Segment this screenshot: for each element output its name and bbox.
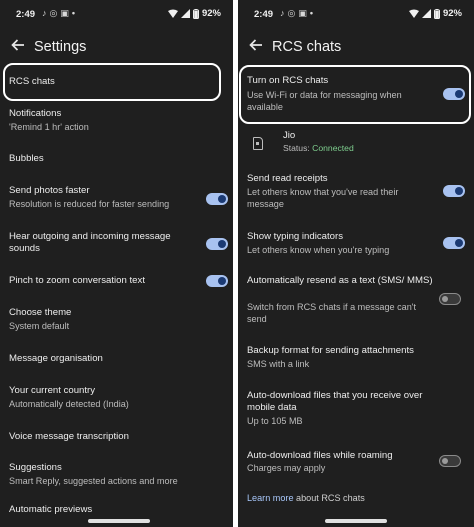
settings-item-rcs-chats[interactable]: RCS chats <box>0 64 233 100</box>
gesture-nav-bar[interactable] <box>88 519 150 523</box>
settings-item-notifications[interactable]: Notifications 'Remind 1 hr' action <box>0 104 233 136</box>
read-receipts-toggle[interactable] <box>443 185 465 197</box>
back-arrow-icon[interactable] <box>248 37 264 53</box>
item-title: Automatically resend as a text (SMS/ MMS… <box>247 275 433 286</box>
status-label: Status: <box>283 143 310 153</box>
auto-resend-row[interactable]: Automatically resend as a text (SMS/ MMS… <box>238 273 474 329</box>
dot-icon: • <box>71 8 76 18</box>
item-subtitle: Up to 105 MB <box>247 416 303 426</box>
wifi-icon <box>167 9 178 18</box>
page-title: RCS chats <box>272 39 342 55</box>
gesture-nav-bar[interactable] <box>325 519 387 523</box>
item-title: Send read receipts <box>247 173 328 184</box>
item-title: RCS chats <box>9 76 55 87</box>
settings-item-pinch-to-zoom[interactable]: Pinch to zoom conversation text <box>0 270 233 294</box>
item-title: Message organisation <box>9 353 103 364</box>
battery-icon <box>433 8 440 19</box>
learn-more-text: Learn more about RCS chats <box>247 493 365 503</box>
signal-icon <box>180 9 190 18</box>
auto-resend-toggle[interactable] <box>439 293 461 305</box>
item-title: Choose theme <box>9 307 72 318</box>
read-receipts-row[interactable]: Send read receipts Let others know that … <box>238 170 474 212</box>
settings-item-current-country[interactable]: Your current country Automatically detec… <box>0 381 233 413</box>
settings-item-message-sounds[interactable]: Hear outgoing and incoming message sound… <box>0 227 233 259</box>
item-title: Send photos faster <box>9 185 90 196</box>
item-subtitle: Smart Reply, suggested actions and more <box>9 476 178 486</box>
item-subtitle: Resolution is reduced for faster sending <box>9 199 170 209</box>
message-sounds-toggle[interactable] <box>206 238 228 250</box>
learn-more-rest: about RCS chats <box>293 493 365 503</box>
typing-indicators-toggle[interactable] <box>443 237 465 249</box>
turn-on-rcs-row[interactable]: Turn on RCS chats Use Wi-Fi or data for … <box>238 70 474 120</box>
item-subtitle: Automatically detected (India) <box>9 399 129 409</box>
wifi-icon <box>408 9 419 18</box>
item-title: Auto-download files while roaming <box>247 450 393 461</box>
battery-icon <box>192 8 199 19</box>
pinch-zoom-toggle[interactable] <box>206 275 228 287</box>
item-title: Show typing indicators <box>247 231 343 242</box>
rcs-chats-screen: 2:49 ♪ ◎ ▣ • 92% RCS chats Turn on RCS c… <box>238 0 474 527</box>
status-bar: 2:49 ♪ ◎ ▣ • 92% <box>238 0 474 26</box>
learn-more-row: Learn more about RCS chats <box>238 490 474 508</box>
status-value: Connected <box>312 143 354 153</box>
status-bar: 2:49 ♪ ◎ ▣ • 92% <box>0 0 233 26</box>
notification-sound-icon: ♪ <box>280 8 285 18</box>
item-title: Bubbles <box>9 153 44 164</box>
send-photos-toggle[interactable] <box>206 193 228 205</box>
app-bar: RCS chats <box>238 30 474 64</box>
item-subtitle: SMS with a link <box>247 359 310 369</box>
notification-icons: ♪ ◎ ▣ • <box>42 8 75 19</box>
status-time: 2:49 <box>16 9 36 20</box>
item-title: Pinch to zoom conversation text <box>9 275 145 286</box>
settings-item-automatic-previews[interactable]: Automatic previews <box>0 500 233 520</box>
sim-carrier: Jio <box>283 130 296 141</box>
page-title: Settings <box>34 39 87 55</box>
status-time: 2:49 <box>254 9 274 20</box>
item-title: Auto-download files that you receive ove… <box>247 390 423 413</box>
whatsapp-icon: ◎ <box>287 8 296 18</box>
item-subtitle: 'Remind 1 hr' action <box>9 122 89 132</box>
battery-level: 92% <box>442 8 462 19</box>
item-subtitle: Let others know when you're typing <box>247 245 390 255</box>
backup-format-row[interactable]: Backup format for sending attachments SM… <box>238 342 474 372</box>
item-title: Suggestions <box>9 462 62 473</box>
settings-item-suggestions[interactable]: Suggestions Smart Reply, suggested actio… <box>0 458 233 490</box>
item-subtitle: Use Wi-Fi or data for messaging when ava… <box>247 90 402 112</box>
settings-item-send-photos-faster[interactable]: Send photos faster Resolution is reduced… <box>0 180 233 214</box>
item-title: Voice message transcription <box>9 431 129 442</box>
settings-item-bubbles[interactable]: Bubbles <box>0 147 233 171</box>
item-title: Automatic previews <box>9 504 93 515</box>
auto-download-mobile-row[interactable]: Auto-download files that you receive ove… <box>238 388 474 432</box>
item-title: Notifications <box>9 108 62 119</box>
item-title: Hear outgoing and incoming message sound… <box>9 231 171 254</box>
notification-icons: ♪ ◎ ▣ • <box>280 8 313 19</box>
rcs-chats-toggle[interactable] <box>443 88 465 100</box>
item-subtitle: Switch from RCS chats if a message can't… <box>247 302 417 324</box>
item-title: Turn on RCS chats <box>247 75 329 86</box>
instagram-icon: ▣ <box>60 8 69 18</box>
settings-item-message-organisation[interactable]: Message organisation <box>0 347 233 371</box>
item-title: Your current country <box>9 385 96 396</box>
item-subtitle: Charges may apply <box>247 463 326 473</box>
signal-icon <box>421 9 431 18</box>
item-subtitle: System default <box>9 321 70 331</box>
sim-status-row: Jio Status: Connected <box>238 128 474 156</box>
settings-item-voice-transcription[interactable]: Voice message transcription <box>0 425 233 449</box>
dot-icon: • <box>309 8 314 18</box>
back-arrow-icon[interactable] <box>10 37 26 53</box>
instagram-icon: ▣ <box>298 8 307 18</box>
notification-sound-icon: ♪ <box>42 8 47 18</box>
typing-indicators-row[interactable]: Show typing indicators Let others know w… <box>238 227 474 257</box>
auto-download-roaming-row[interactable]: Auto-download files while roaming Charge… <box>238 447 474 477</box>
app-bar: Settings <box>0 30 233 64</box>
roaming-download-toggle[interactable] <box>439 455 461 467</box>
whatsapp-icon: ◎ <box>49 8 58 18</box>
settings-item-choose-theme[interactable]: Choose theme System default <box>0 303 233 335</box>
item-title: Backup format for sending attachments <box>247 345 414 356</box>
item-subtitle: Let others know that you've read their m… <box>247 187 399 209</box>
settings-screen: 2:49 ♪ ◎ ▣ • 92% Settings RCS chats Noti… <box>0 0 233 527</box>
learn-more-link[interactable]: Learn more <box>247 493 294 503</box>
sim-status: Status: Connected <box>283 143 354 153</box>
battery-level: 92% <box>201 8 221 19</box>
